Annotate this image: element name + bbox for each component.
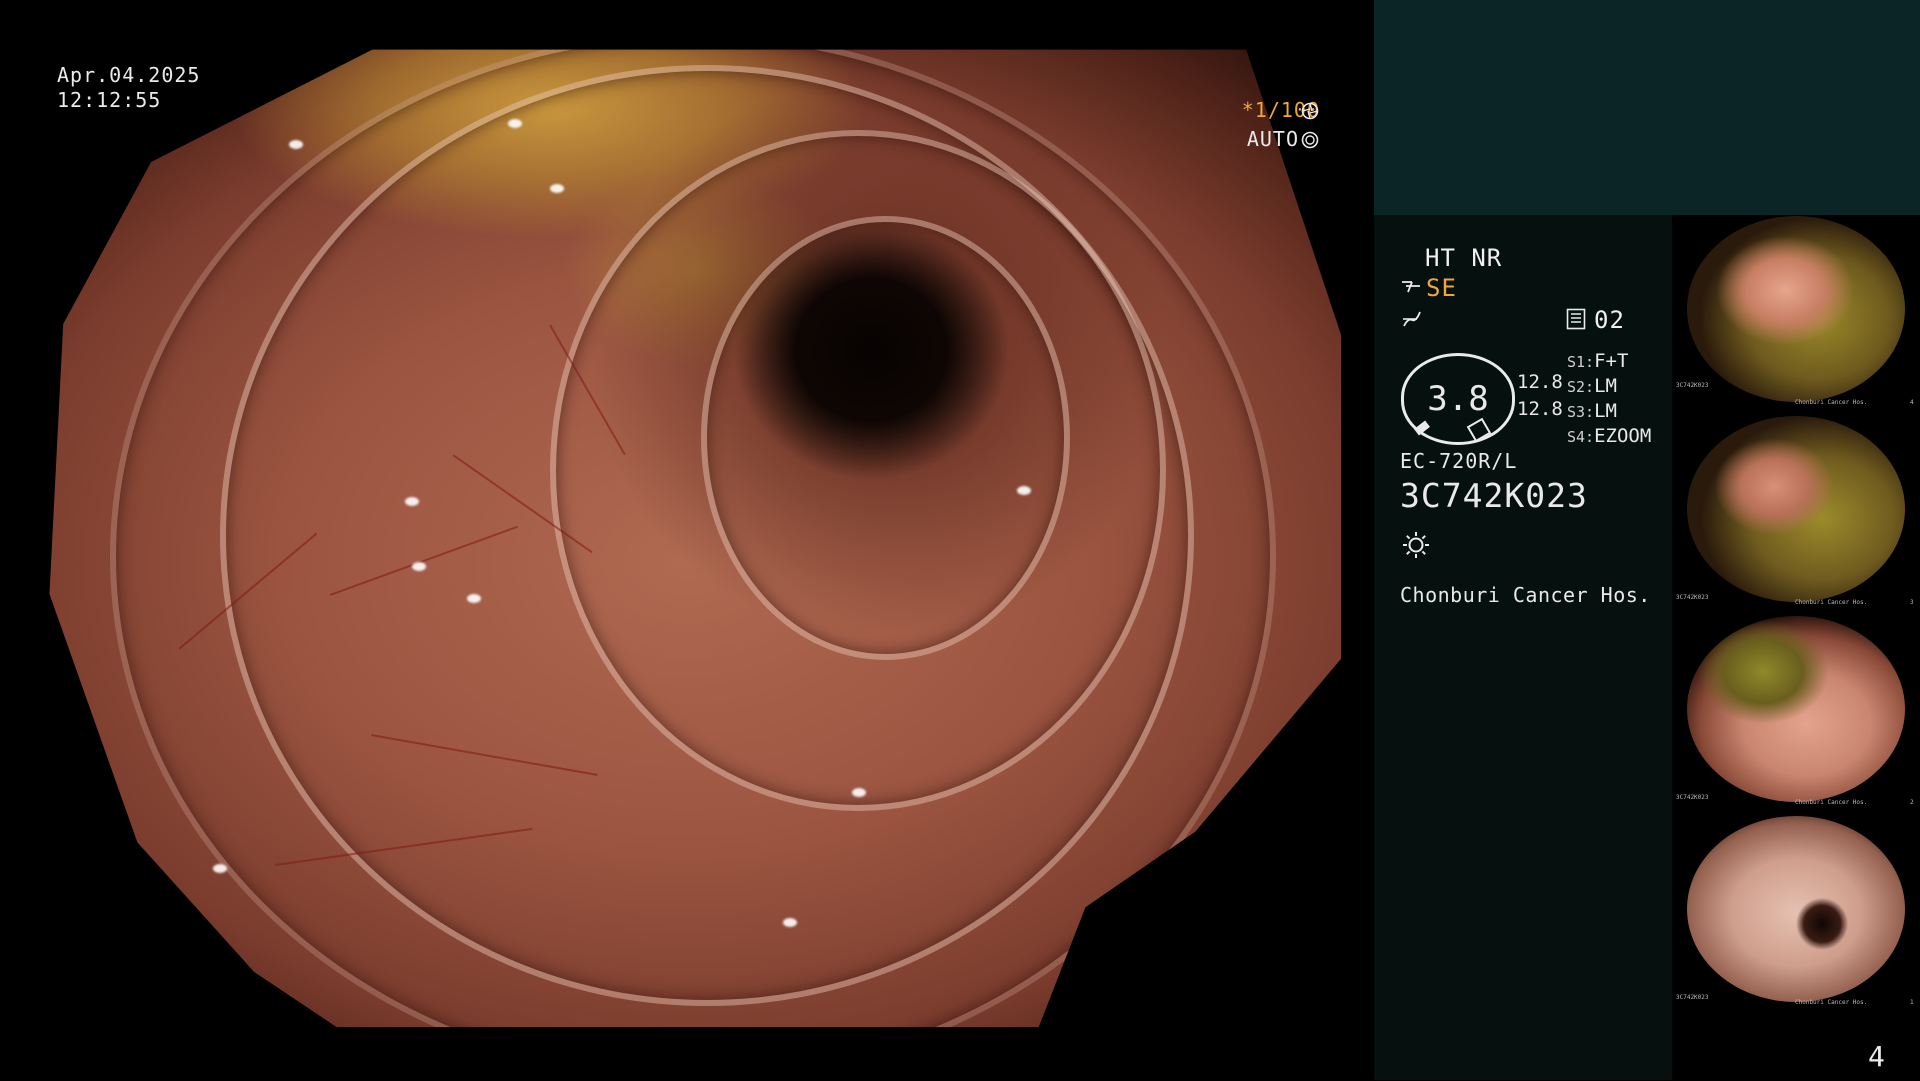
date-label: Apr.04.2025 xyxy=(57,63,201,87)
scope-serial: 3C742K023 xyxy=(1400,476,1588,515)
thumbnail-index: 3 xyxy=(1910,599,1914,606)
preset-key: S1: xyxy=(1567,353,1595,371)
gauge-value: 3.8 xyxy=(1427,379,1489,419)
thumbnail-serial: 3C742K023 xyxy=(1676,594,1709,601)
preset-item: S4:EZOOM xyxy=(1567,425,1651,450)
light-reflection xyxy=(288,140,303,150)
mucosal-fold xyxy=(109,49,1277,1028)
hospital-name: Chonburi Cancer Hos. xyxy=(1400,583,1651,607)
thumbnail-index: 2 xyxy=(1910,799,1914,806)
thumbnail[interactable]: 3C742K023 Chonburi Cancer Hos. 2 xyxy=(1673,616,1919,806)
thumbnail-image xyxy=(1687,416,1905,602)
thumbnail-index: 1 xyxy=(1910,999,1914,1006)
mode-label: HT NR xyxy=(1425,244,1503,272)
preset-item: S3:LM xyxy=(1567,400,1651,425)
endoscope-view xyxy=(49,49,1342,1028)
preset-value: F+T xyxy=(1594,350,1629,372)
preset-value: LM xyxy=(1594,375,1617,397)
light-reflection xyxy=(412,561,427,571)
iris-label: AUTO xyxy=(1246,127,1299,151)
shutter-icon xyxy=(1301,102,1319,120)
thumbnail[interactable]: 3C742K023 Chonburi Cancer Hos. 1 xyxy=(1673,816,1919,1006)
scope-model: EC-720R/L xyxy=(1400,449,1518,473)
thumbnail[interactable]: 3C742K023 Chonburi Cancer Hos. 4 xyxy=(1673,216,1919,406)
thumbnail-hospital: Chonburi Cancer Hos. xyxy=(1795,799,1868,806)
thumbnail-serial: 3C742K023 xyxy=(1676,794,1709,801)
thumbnail-serial: 3C742K023 xyxy=(1676,994,1709,1001)
thumbnail-serial: 3C742K023 xyxy=(1676,382,1709,389)
light-reflection xyxy=(405,496,420,506)
preset-item: S1:F+T xyxy=(1567,350,1651,375)
preset-key: S3: xyxy=(1567,403,1595,421)
iris-icon xyxy=(1301,131,1319,149)
thumbnail-image xyxy=(1687,216,1905,402)
thumbnail-index: 4 xyxy=(1910,399,1914,406)
light-reflection xyxy=(508,118,523,128)
preset-key: S4: xyxy=(1567,428,1595,446)
info-panel xyxy=(1374,215,1672,1080)
preset-value: LM xyxy=(1594,400,1617,422)
time-label: 12:12:55 xyxy=(57,88,162,112)
preset-value: EZOOM xyxy=(1594,425,1652,447)
thumbnail-hospital: Chonburi Cancer Hos. xyxy=(1795,399,1868,406)
top-info-area xyxy=(1374,0,1920,215)
page-number: 4 xyxy=(1868,1040,1885,1073)
thumbnail-hospital: Chonburi Cancer Hos. xyxy=(1795,999,1868,1006)
enhance-icon xyxy=(1402,281,1420,293)
preset-list: S1:F+T S2:LM S3:LM S4:EZOOM xyxy=(1567,350,1651,450)
freeze-icon xyxy=(1403,311,1421,327)
thumbnail[interactable]: 3C742K023 Chonburi Cancer Hos. 3 xyxy=(1673,416,1919,606)
enhancement-label: SE xyxy=(1426,274,1457,302)
thumbnail-hospital: Chonburi Cancer Hos. xyxy=(1795,599,1868,606)
light-icon xyxy=(1403,532,1429,558)
thumbnail-image xyxy=(1687,616,1905,802)
light-reflection xyxy=(549,183,564,193)
light-reflection xyxy=(1016,486,1031,495)
gauge-readout-2: 12.8 xyxy=(1517,398,1563,420)
preset-item: S2:LM xyxy=(1567,375,1651,400)
preset-key: S2: xyxy=(1567,378,1595,396)
gauge-readout-1: 12.8 xyxy=(1517,371,1563,393)
light-reflection xyxy=(212,864,227,873)
memory-channel: 02 xyxy=(1594,306,1625,334)
memory-icon xyxy=(1566,308,1586,330)
thumbnail-image xyxy=(1687,816,1905,1002)
